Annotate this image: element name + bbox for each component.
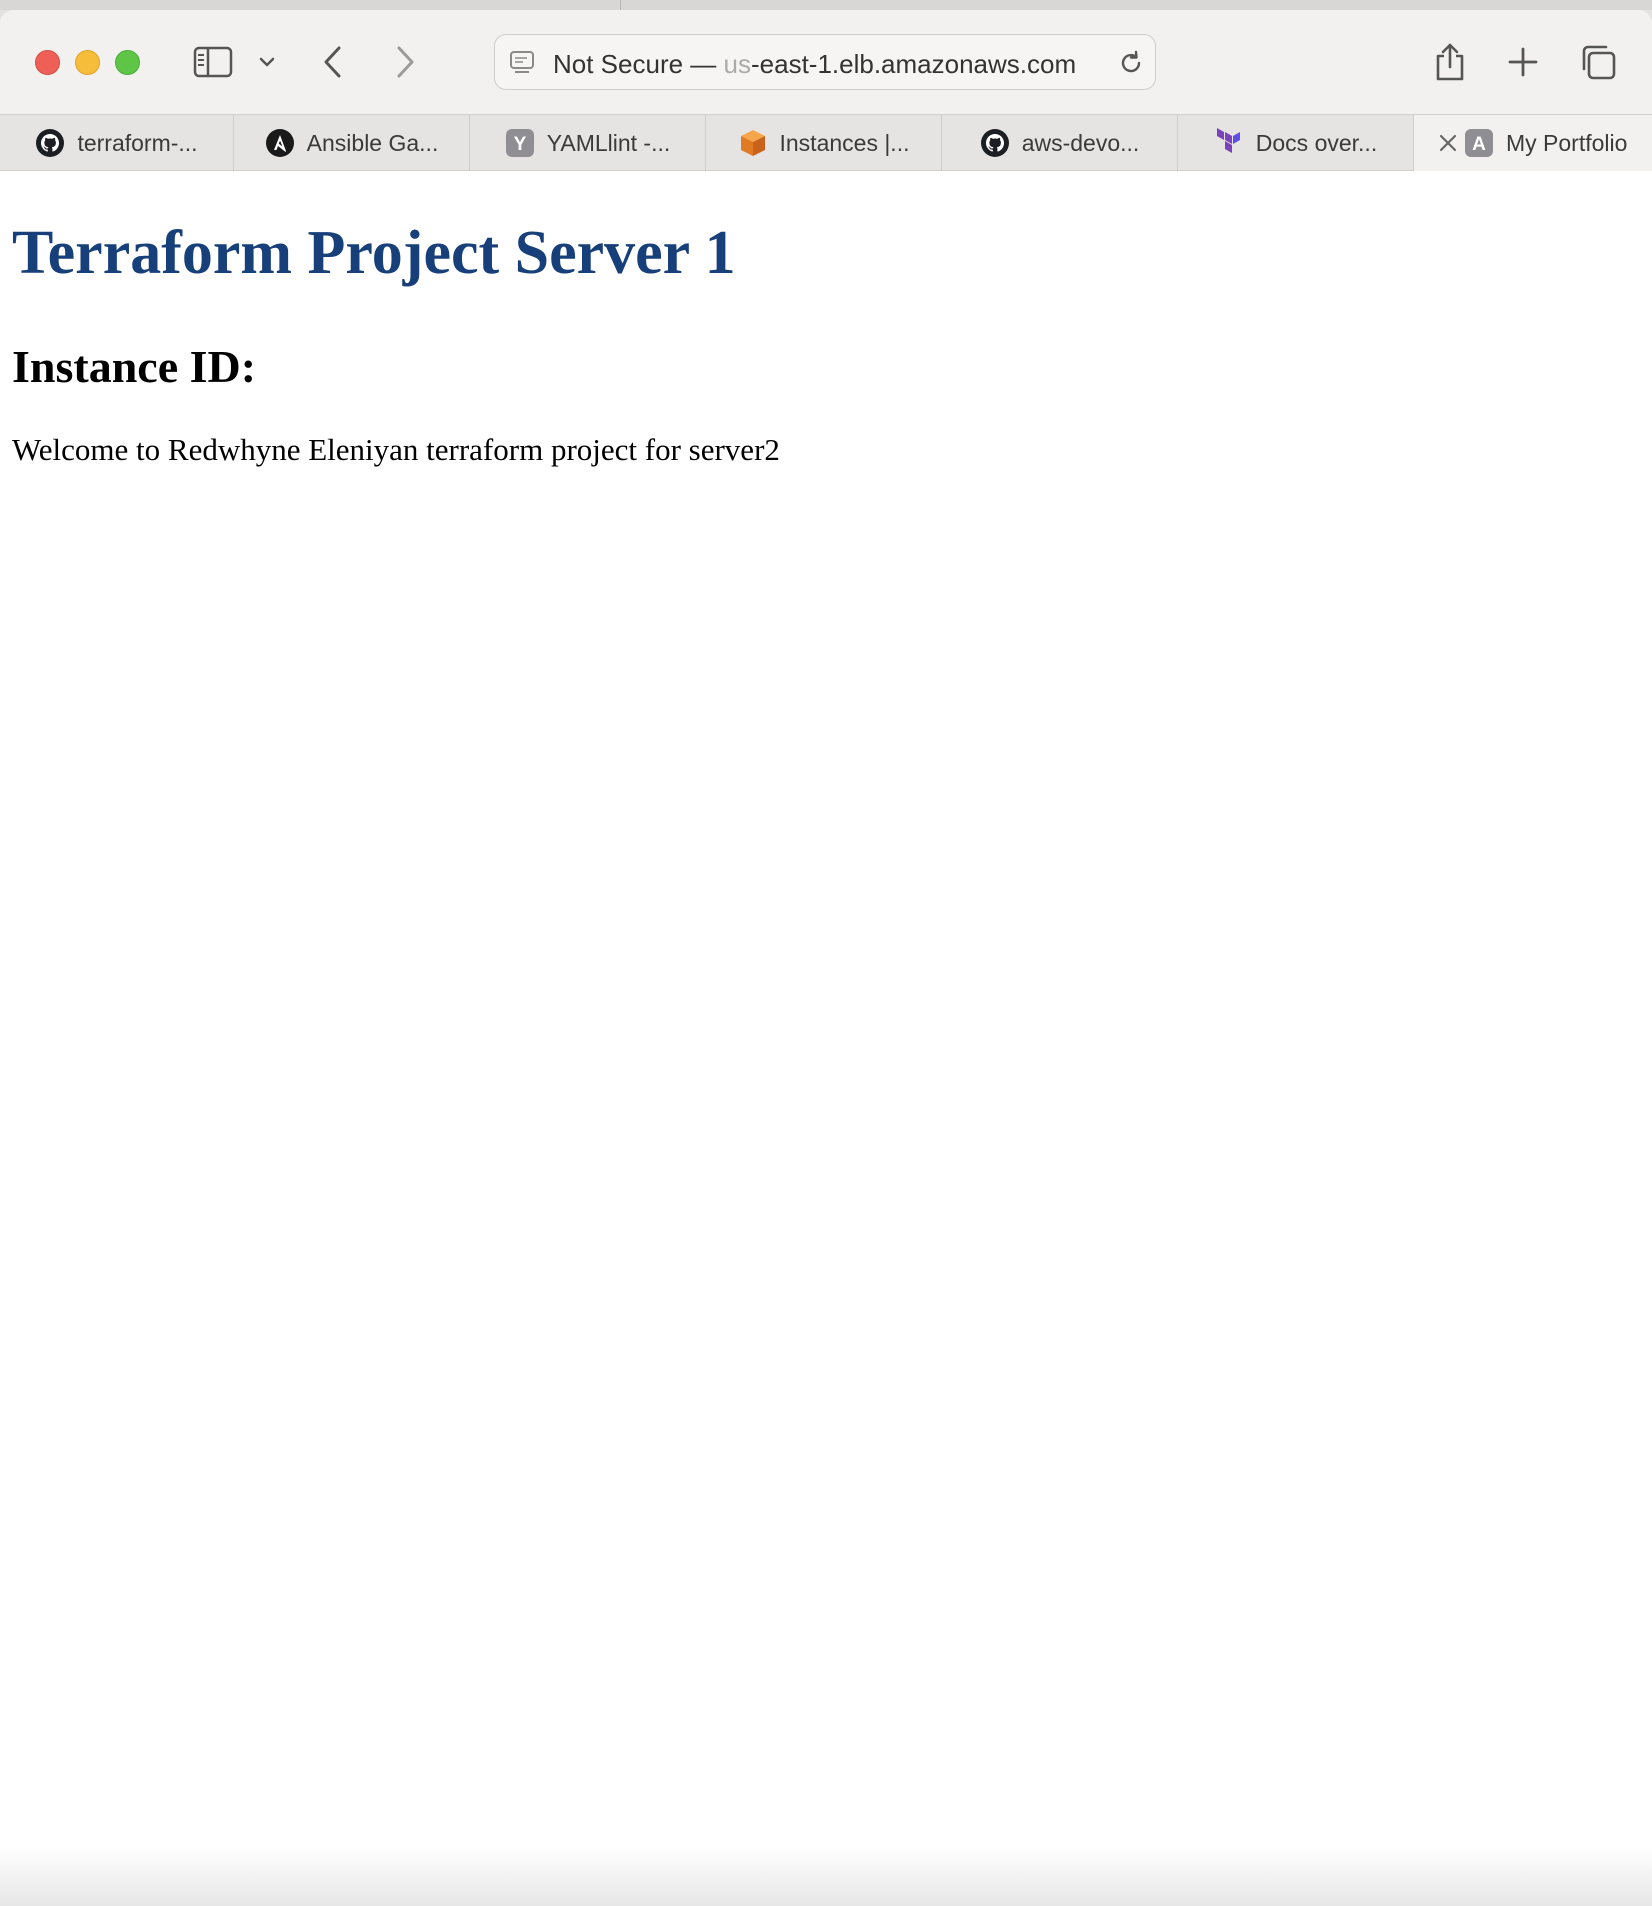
tab-docs-overview[interactable]: Docs over...: [1178, 115, 1414, 171]
page-title: Terraform Project Server 1: [12, 219, 736, 287]
tab-ansible[interactable]: Ansible Ga...: [234, 115, 470, 171]
chevron-left-icon: [324, 46, 341, 78]
chevron-right-icon: [397, 46, 414, 78]
svg-text:Y: Y: [513, 134, 526, 155]
sidebar-toggle-button[interactable]: [190, 40, 236, 84]
page-content: Terraform Project Server 1 Instance ID: …: [0, 172, 1652, 1906]
tab-overview-button[interactable]: [1578, 40, 1618, 84]
tab-label: terraform-...: [77, 129, 198, 156]
forward-button[interactable]: [388, 40, 422, 84]
address-text[interactable]: Not Secure — us-east-1.elb.amazonaws.com: [553, 49, 1076, 80]
sidebar-menu-button[interactable]: [252, 40, 282, 84]
tab-instances[interactable]: Instances |...: [706, 115, 942, 171]
address-bar[interactable]: Not Secure — us-east-1.elb.amazonaws.com: [494, 34, 1156, 90]
tab-label: Ansible Ga...: [306, 129, 439, 156]
back-button[interactable]: [316, 40, 350, 84]
address-faded-part: us: [723, 49, 751, 79]
share-icon: [1436, 43, 1464, 81]
share-button[interactable]: [1430, 40, 1470, 84]
address-security-label: Not Secure —: [553, 49, 724, 79]
tab-label: aws-devo...: [1021, 129, 1140, 156]
window-divider: [620, 0, 621, 10]
aws-cube-icon: [738, 128, 768, 158]
tab-terraform[interactable]: terraform-...: [0, 115, 234, 171]
plus-icon: [1508, 47, 1538, 77]
site-page-icon: [510, 51, 534, 73]
welcome-text: Welcome to Redwhyne Eleniyan terraform p…: [12, 432, 780, 467]
ansible-icon: [265, 128, 295, 158]
toolbar: Not Secure — us-east-1.elb.amazonaws.com: [0, 10, 1652, 114]
bottom-shadow: [0, 1846, 1652, 1906]
zoom-window-button[interactable]: [115, 50, 140, 75]
tab-label: My Portfolio: [1506, 129, 1628, 156]
tab-label: YAMLlint -...: [546, 129, 671, 156]
close-tab-icon[interactable]: [1436, 131, 1460, 155]
browser-window: Not Secure — us-east-1.elb.amazonaws.com: [0, 10, 1652, 1906]
tab-label: Docs over...: [1255, 129, 1378, 156]
sidebar-icon: [193, 46, 233, 78]
address-domain: -east-1.elb.amazonaws.com: [750, 49, 1077, 79]
github-icon: [980, 128, 1010, 158]
close-window-button[interactable]: [35, 50, 60, 75]
chevron-down-icon: [259, 57, 275, 67]
new-tab-button[interactable]: [1505, 40, 1541, 84]
terraform-icon: [1214, 128, 1244, 158]
tab-overview-icon: [1582, 45, 1616, 80]
letter-a-icon: A: [1464, 128, 1494, 158]
reload-icon[interactable]: [1117, 49, 1145, 77]
yamllint-icon: Y: [505, 128, 535, 158]
svg-text:A: A: [1472, 134, 1486, 155]
tab-aws-devops[interactable]: aws-devo...: [942, 115, 1178, 171]
tab-yamllint[interactable]: Y YAMLlint -...: [470, 115, 706, 171]
tab-my-portfolio[interactable]: A My Portfolio: [1414, 115, 1652, 171]
window-top-strip: [0, 0, 1652, 10]
minimize-window-button[interactable]: [75, 50, 100, 75]
tab-bar: terraform-... Ansible Ga... Y YAMLlint -…: [0, 114, 1652, 171]
instance-id-heading: Instance ID:: [12, 341, 257, 392]
github-icon: [35, 128, 65, 158]
tab-label: Instances |...: [779, 129, 910, 156]
